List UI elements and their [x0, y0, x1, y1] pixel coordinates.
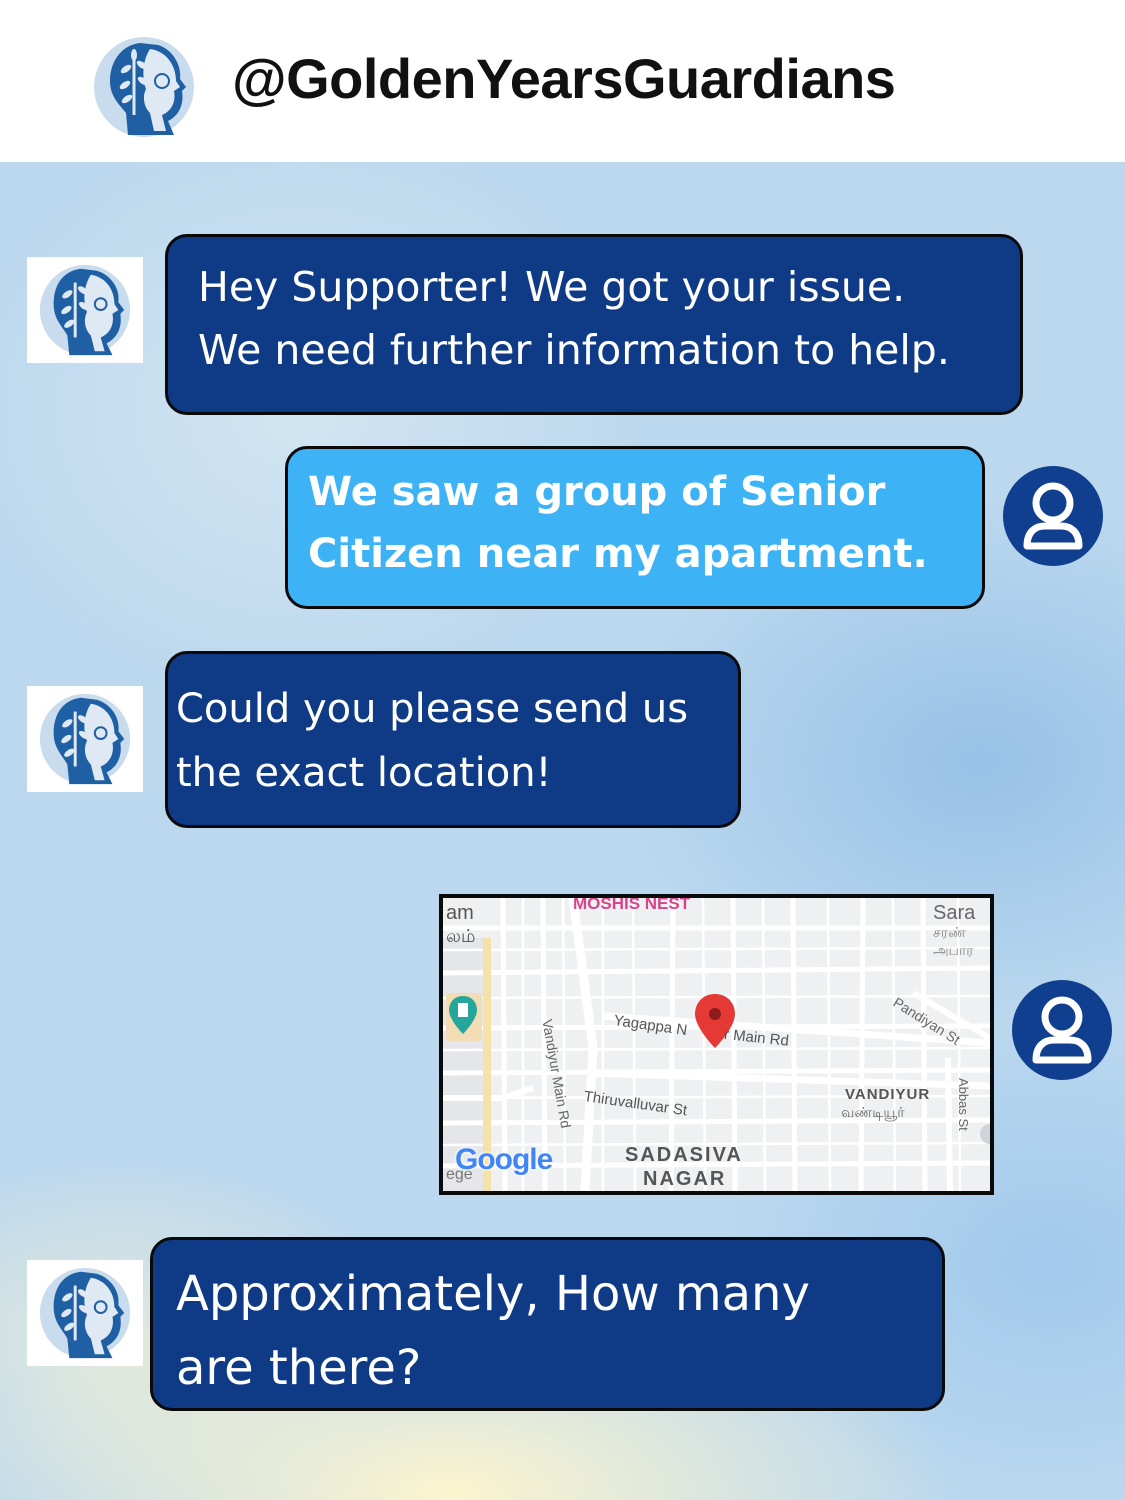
location-map-image[interactable]: MOSHIS NEST am லம் Sara சரண் அபார Vandiy…	[439, 894, 994, 1195]
map-label: Sara	[933, 902, 976, 924]
bot-avatar	[27, 1260, 143, 1366]
elderly-man-tree-logo-icon	[39, 264, 131, 356]
map-label: அபார	[933, 942, 974, 958]
map-road-label: Abbas St	[956, 1078, 971, 1131]
user-avatar-icon	[1012, 980, 1112, 1080]
map-area-label: SADASIVA	[625, 1144, 743, 1166]
message-line: Could you please send us	[176, 686, 689, 732]
map-label: சரண்	[933, 924, 966, 940]
user-avatar-icon	[1003, 466, 1103, 566]
map-area-label: VANDIYUR	[845, 1086, 931, 1103]
channel-handle[interactable]: @GoldenYearsGuardians	[232, 46, 896, 111]
map-area-label: NAGAR	[643, 1168, 727, 1190]
map-label: லம்	[446, 926, 476, 946]
bot-message-bubble: Hey Supporter! We got your issue. We nee…	[165, 234, 1023, 415]
elderly-man-tree-logo-icon	[92, 35, 196, 139]
message-line: We saw a group of Senior	[308, 469, 886, 515]
message-line: are there?	[176, 1340, 422, 1396]
bot-avatar	[27, 257, 143, 363]
bot-avatar	[27, 686, 143, 792]
message-line: We need further information to help.	[198, 326, 950, 374]
elderly-man-tree-logo-icon	[39, 1267, 131, 1359]
map-label: am	[446, 902, 474, 924]
message-line: Citizen near my apartment.	[308, 531, 928, 577]
user-message-bubble: We saw a group of Senior Citizen near my…	[285, 446, 985, 609]
map-area-label: வண்டியூர்	[841, 1104, 905, 1120]
map-label: MOSHIS NEST	[573, 894, 691, 913]
message-line: Hey Supporter! We got your issue.	[198, 263, 906, 311]
chat-header: @GoldenYearsGuardians	[0, 0, 1125, 162]
message-line: the exact location!	[176, 750, 552, 796]
bot-message-bubble: Approximately, How many are there?	[150, 1237, 945, 1411]
google-logo: Google	[455, 1143, 553, 1176]
message-line: Approximately, How many	[176, 1266, 810, 1322]
bot-message-bubble: Could you please send us the exact locat…	[165, 651, 741, 828]
elderly-man-tree-logo-icon	[39, 693, 131, 785]
